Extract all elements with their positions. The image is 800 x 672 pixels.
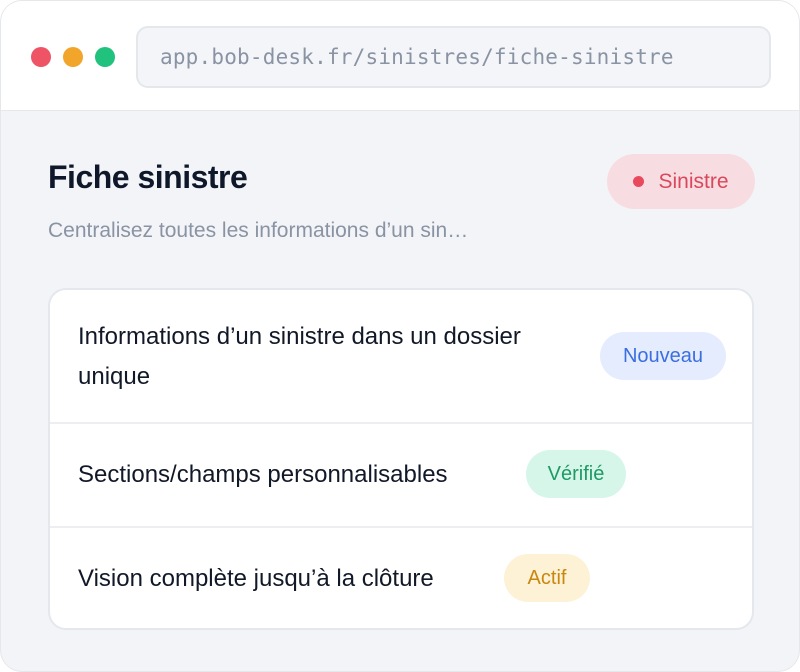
features-card: Informations d’un sinistre dans un dossi… [48,288,754,630]
minimize-window-button[interactable] [63,47,83,67]
feature-row: Vision complète jusqu’à la clôture Actif [50,528,752,628]
feature-label: Informations d’un sinistre dans un dossi… [78,323,521,390]
feature-label: Sections/champs personnalisables [78,461,448,488]
feature-badge-new: Nouveau [600,332,726,380]
maximize-window-button[interactable] [95,47,115,67]
status-badge-label: Sinistre [658,169,729,193]
browser-titlebar: app.bob-desk.fr/sinistres/fiche-sinistre [1,1,799,111]
page-title: Fiche sinistre [48,159,248,195]
page-subtitle: Centralisez toutes les informations d’un… [48,219,469,242]
feature-badge-active: Actif [504,554,590,602]
status-dot-icon [633,176,645,187]
feature-row: Informations d’un sinistre dans un dossi… [50,290,752,424]
feature-row: Sections/champs personnalisables Vérifié [50,424,752,528]
status-badge: Sinistre [607,154,755,209]
close-window-button[interactable] [31,47,51,67]
address-bar[interactable]: app.bob-desk.fr/sinistres/fiche-sinistre [136,26,771,88]
browser-window: app.bob-desk.fr/sinistres/fiche-sinistre… [0,0,800,672]
feature-badge-verified: Vérifié [526,450,626,498]
feature-label: Vision complète jusqu’à la clôture [78,565,434,592]
